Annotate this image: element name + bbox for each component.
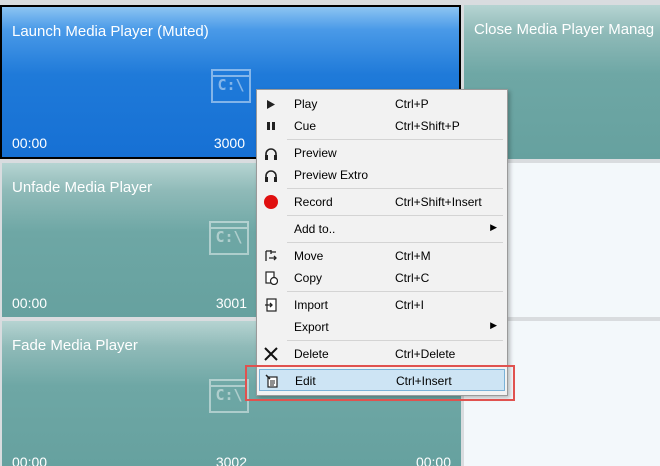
menu-item-copy[interactable]: Copy Ctrl+C (259, 267, 505, 289)
play-icon (263, 96, 279, 112)
command-icon: C:\ (209, 379, 249, 413)
tile-title: Launch Media Player (Muted) (12, 23, 209, 40)
command-icon: C:\ (211, 69, 251, 103)
menu-separator (287, 215, 503, 216)
menu-label: Import (294, 298, 329, 312)
menu-shortcut: Ctrl+Delete (395, 347, 456, 361)
record-icon (263, 194, 279, 210)
headphones-icon (263, 167, 279, 183)
menu-separator (287, 139, 503, 140)
menu-label: Add to.. (294, 222, 336, 236)
move-icon (263, 248, 279, 264)
menu-label: Move (294, 249, 324, 263)
copy-icon (263, 270, 279, 286)
tile-duration: 00:00 (415, 454, 451, 466)
menu-item-add-to[interactable]: Add to.. ▶ (259, 218, 505, 240)
menu-shortcut: Ctrl+P (395, 97, 429, 111)
menu-label: Delete (294, 347, 329, 361)
headphones-icon (263, 145, 279, 161)
menu-shortcut: Ctrl+I (395, 298, 425, 312)
menu-item-record[interactable]: Record Ctrl+Shift+Insert (259, 191, 505, 213)
menu-shortcut: Ctrl+C (395, 271, 430, 285)
menu-item-cue[interactable]: Cue Ctrl+Shift+P (259, 115, 505, 137)
context-menu: Play Ctrl+P Cue Ctrl+Shift+P Preview Pre… (256, 89, 508, 396)
tile-title: Unfade Media Player (12, 179, 153, 196)
menu-item-delete[interactable]: Delete Ctrl+Delete (259, 343, 505, 365)
menu-label: Copy (294, 271, 323, 285)
menu-shortcut: Ctrl+Shift+P (395, 119, 460, 133)
pause-icon (263, 118, 279, 134)
menu-label: Preview (294, 146, 337, 160)
highlight-annotation (245, 365, 515, 401)
tile-title: Close Media Player Manag (474, 21, 655, 38)
tile-number: 3002 (215, 454, 247, 466)
menu-item-export[interactable]: Export ▶ (259, 316, 505, 338)
menu-item-import[interactable]: Import Ctrl+I (259, 294, 505, 316)
menu-label: Export (294, 320, 329, 334)
menu-separator (287, 291, 503, 292)
tile-number: 3001 (215, 295, 247, 311)
menu-separator (287, 340, 503, 341)
tile-title: Fade Media Player (12, 337, 138, 354)
menu-shortcut: Ctrl+M (395, 249, 431, 263)
menu-item-preview[interactable]: Preview (259, 142, 505, 164)
tile-time: 00:00 (12, 295, 48, 311)
menu-separator (287, 242, 503, 243)
menu-separator (287, 188, 503, 189)
menu-label: Preview Extro (294, 168, 369, 182)
import-icon (263, 297, 279, 313)
menu-shortcut: Ctrl+Shift+Insert (395, 195, 482, 209)
chevron-right-icon: ▶ (490, 320, 497, 330)
menu-label: Cue (294, 119, 317, 133)
chevron-right-icon: ▶ (490, 222, 497, 232)
menu-item-preview-extro[interactable]: Preview Extro (259, 164, 505, 186)
close-icon (263, 346, 279, 362)
tile-number: 3000 (213, 135, 245, 151)
menu-item-play[interactable]: Play Ctrl+P (259, 93, 505, 115)
tile-time: 00:00 (12, 135, 48, 151)
menu-item-move[interactable]: Move Ctrl+M (259, 245, 505, 267)
tile-time: 00:00 (12, 454, 48, 466)
menu-label: Record (294, 195, 333, 209)
command-icon: C:\ (209, 221, 249, 255)
menu-label: Play (294, 97, 318, 111)
